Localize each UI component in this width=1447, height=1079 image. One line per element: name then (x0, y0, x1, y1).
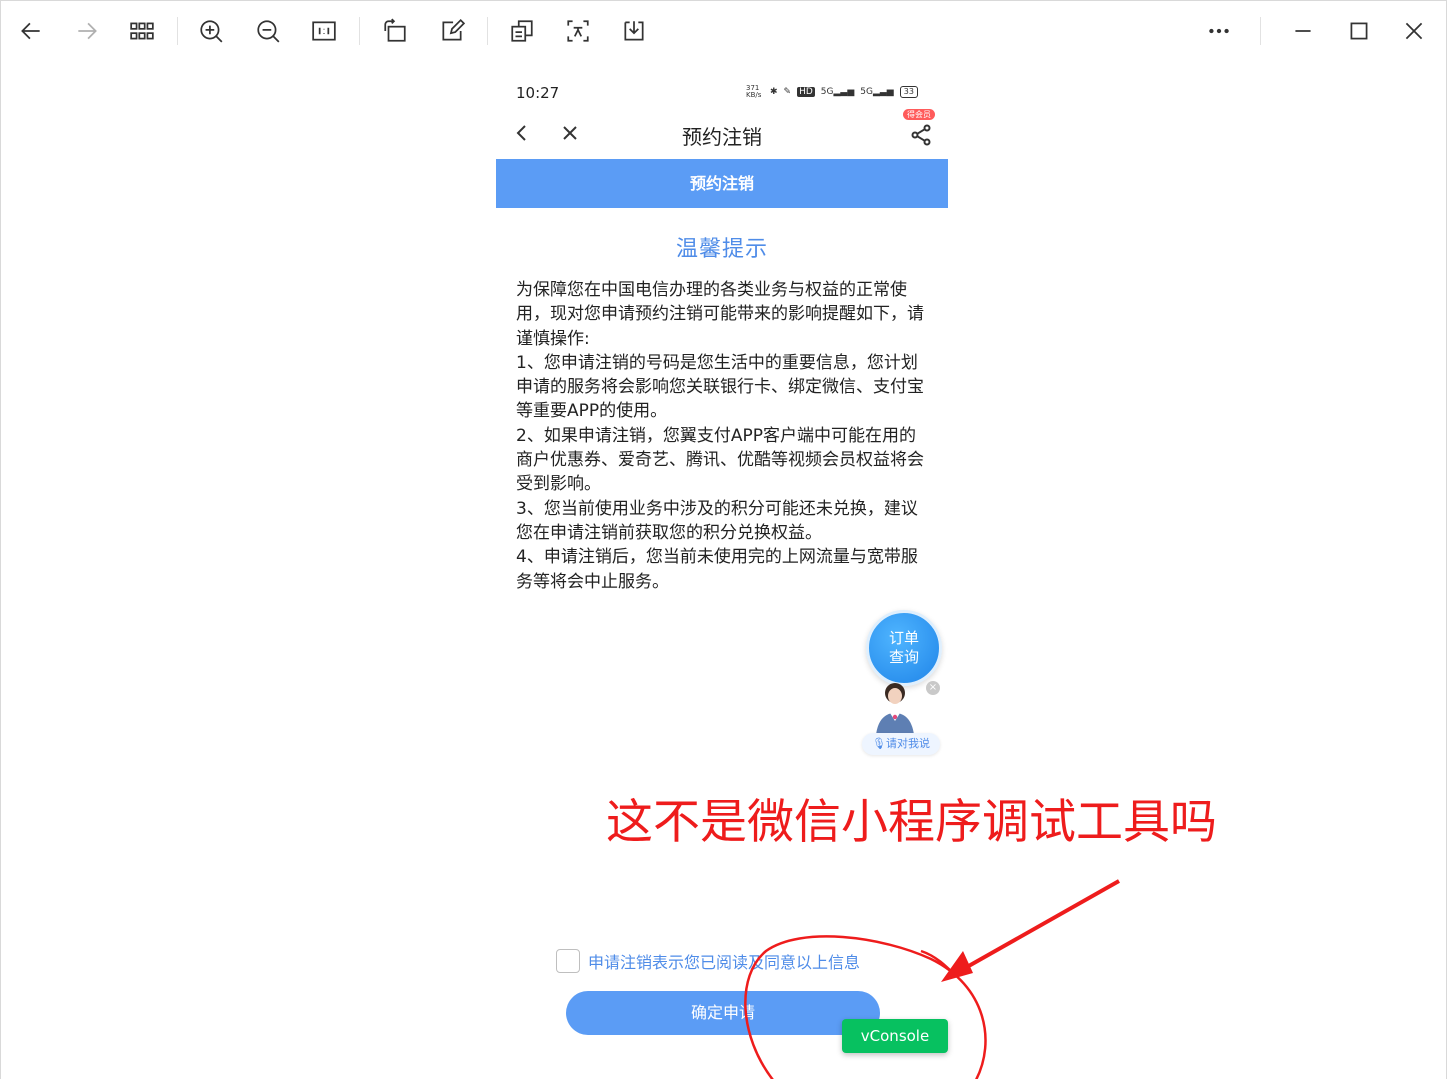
grid-view-icon[interactable] (126, 15, 158, 47)
order-query-button[interactable]: 订单查询 (866, 610, 942, 686)
tip-paragraph: 3、您当前使用业务中涉及的积分可能还未兑换，建议您在申请注销前获取您的积分兑换权… (516, 498, 918, 543)
signal-2: 5G▂▃▅ (860, 87, 894, 97)
download-icon[interactable] (618, 15, 650, 47)
more-icon[interactable] (1203, 15, 1235, 47)
vconsole-button[interactable]: vConsole (842, 1019, 948, 1053)
agreement-text: 申请注销表示您已阅读及同意以上信息 (588, 953, 861, 972)
back-arrow-icon[interactable] (15, 15, 47, 47)
assistant-close-icon[interactable]: × (926, 681, 940, 695)
minimize-icon[interactable] (1287, 15, 1319, 47)
annotation-arrow (950, 879, 1120, 978)
page-navbar: 预约注销 得会员 (496, 109, 948, 157)
toolbar-divider (1260, 17, 1261, 45)
tip-title: 温馨提示 (675, 237, 768, 262)
hd-badge: HD (797, 87, 815, 97)
annotation-text: 这不是微信小程序调试工具吗 (606, 795, 1217, 850)
status-time: 10:27 (516, 84, 560, 102)
tip-paragraph: 2、如果申请注销，您翼支付APP客户端中可能在用的商户优惠券、爱奇艺、腾讯、优酷… (516, 425, 924, 495)
tip-paragraph: 为保障您在中国电信办理的各类业务与权益的正常使用，现对您申请预约注销可能带来的影… (516, 280, 924, 349)
copy-icon[interactable] (506, 15, 538, 47)
signal-2-label: 5G (860, 87, 873, 97)
network-speed: 371 KB/s (746, 84, 762, 99)
agreement-row[interactable]: 申请注销表示您已阅读及同意以上信息 (556, 948, 946, 974)
image-viewer-window: 10:27 371 KB/s ✱ ✎ HD 5G▂▃▅ 5G▂▃▅ 33 预约注… (0, 0, 1447, 1079)
toolbar-divider (487, 17, 488, 45)
text-recognition-icon[interactable] (562, 15, 594, 47)
viewer-toolbar (1, 1, 1447, 61)
tab-reservation-cancel[interactable]: 预约注销 (496, 159, 948, 208)
tip-body: 为保障您在中国电信办理的各类业务与权益的正常使用，现对您申请预约注销可能带来的影… (516, 278, 932, 594)
toolbar-divider (359, 17, 360, 45)
edit-icon[interactable] (436, 15, 468, 47)
bluetooth-icon: ✱ (770, 87, 778, 97)
status-bar: 10:27 371 KB/s ✱ ✎ HD 5G▂▃▅ 5G▂▃▅ 33 (496, 73, 948, 113)
microphone-icon: 🎙 (872, 737, 886, 750)
battery-icon: 33 (899, 86, 918, 98)
tip-paragraph: 4、申请注销后，您当前未使用完的上网流量与宽带服务等将会中止服务。 (516, 547, 918, 592)
rotate-icon[interactable] (379, 15, 411, 47)
signal-1: 5G▂▃▅ (820, 87, 855, 97)
mute-icon: ✎ (783, 87, 792, 97)
page-title: 预约注销 (682, 125, 762, 149)
agreement-checkbox[interactable] (556, 949, 580, 973)
confirm-apply-button[interactable]: 确定申请 (566, 991, 880, 1035)
order-query-label: 订单查询 (888, 629, 919, 666)
signal-1-label: 5G (820, 87, 834, 97)
status-icons: 371 KB/s ✱ ✎ HD 5G▂▃▅ 5G▂▃▅ 33 (746, 85, 918, 99)
maximize-icon[interactable] (1343, 15, 1375, 47)
forward-arrow-icon[interactable] (71, 15, 103, 47)
phone-screenshot: 10:27 371 KB/s ✱ ✎ HD 5G▂▃▅ 5G▂▃▅ 33 预约注… (496, 73, 948, 1079)
zoom-out-icon[interactable] (252, 15, 284, 47)
share-icon[interactable] (909, 123, 935, 149)
close-icon[interactable] (1398, 15, 1430, 47)
zoom-in-icon[interactable] (195, 15, 227, 47)
member-badge: 得会员 (903, 109, 935, 120)
voice-assistant-button[interactable]: 🎙请对我说 (862, 733, 940, 755)
tip-paragraph: 1、您申请注销的号码是您生活中的重要信息，您计划申请的服务将会影响您关联银行卡、… (516, 352, 924, 422)
actual-size-icon[interactable] (308, 15, 340, 47)
toolbar-divider (177, 17, 178, 45)
voice-assistant-label: 请对我说 (885, 737, 930, 750)
